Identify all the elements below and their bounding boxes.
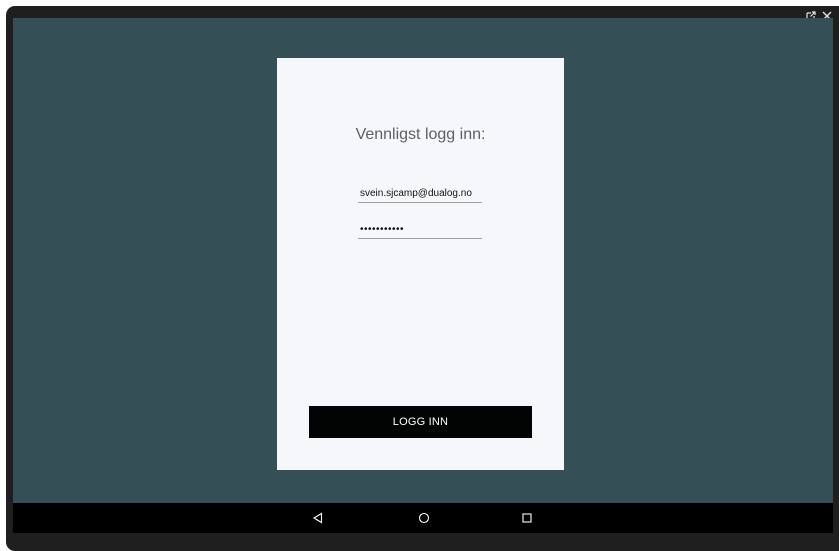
android-navigation-bar xyxy=(13,503,833,533)
recents-button[interactable] xyxy=(518,509,536,527)
app-screen: Vennligst logg inn: LOGG INN xyxy=(13,18,833,503)
home-button[interactable] xyxy=(415,509,433,527)
email-field[interactable] xyxy=(358,185,482,203)
back-button[interactable] xyxy=(309,509,327,527)
home-icon xyxy=(418,512,430,524)
recents-icon xyxy=(522,513,532,523)
password-field[interactable] xyxy=(358,221,482,239)
login-title: Vennligst logg inn: xyxy=(355,126,486,143)
back-icon xyxy=(312,512,323,524)
login-button[interactable]: LOGG INN xyxy=(309,406,532,438)
login-card: Vennligst logg inn: LOGG INN xyxy=(277,58,564,470)
